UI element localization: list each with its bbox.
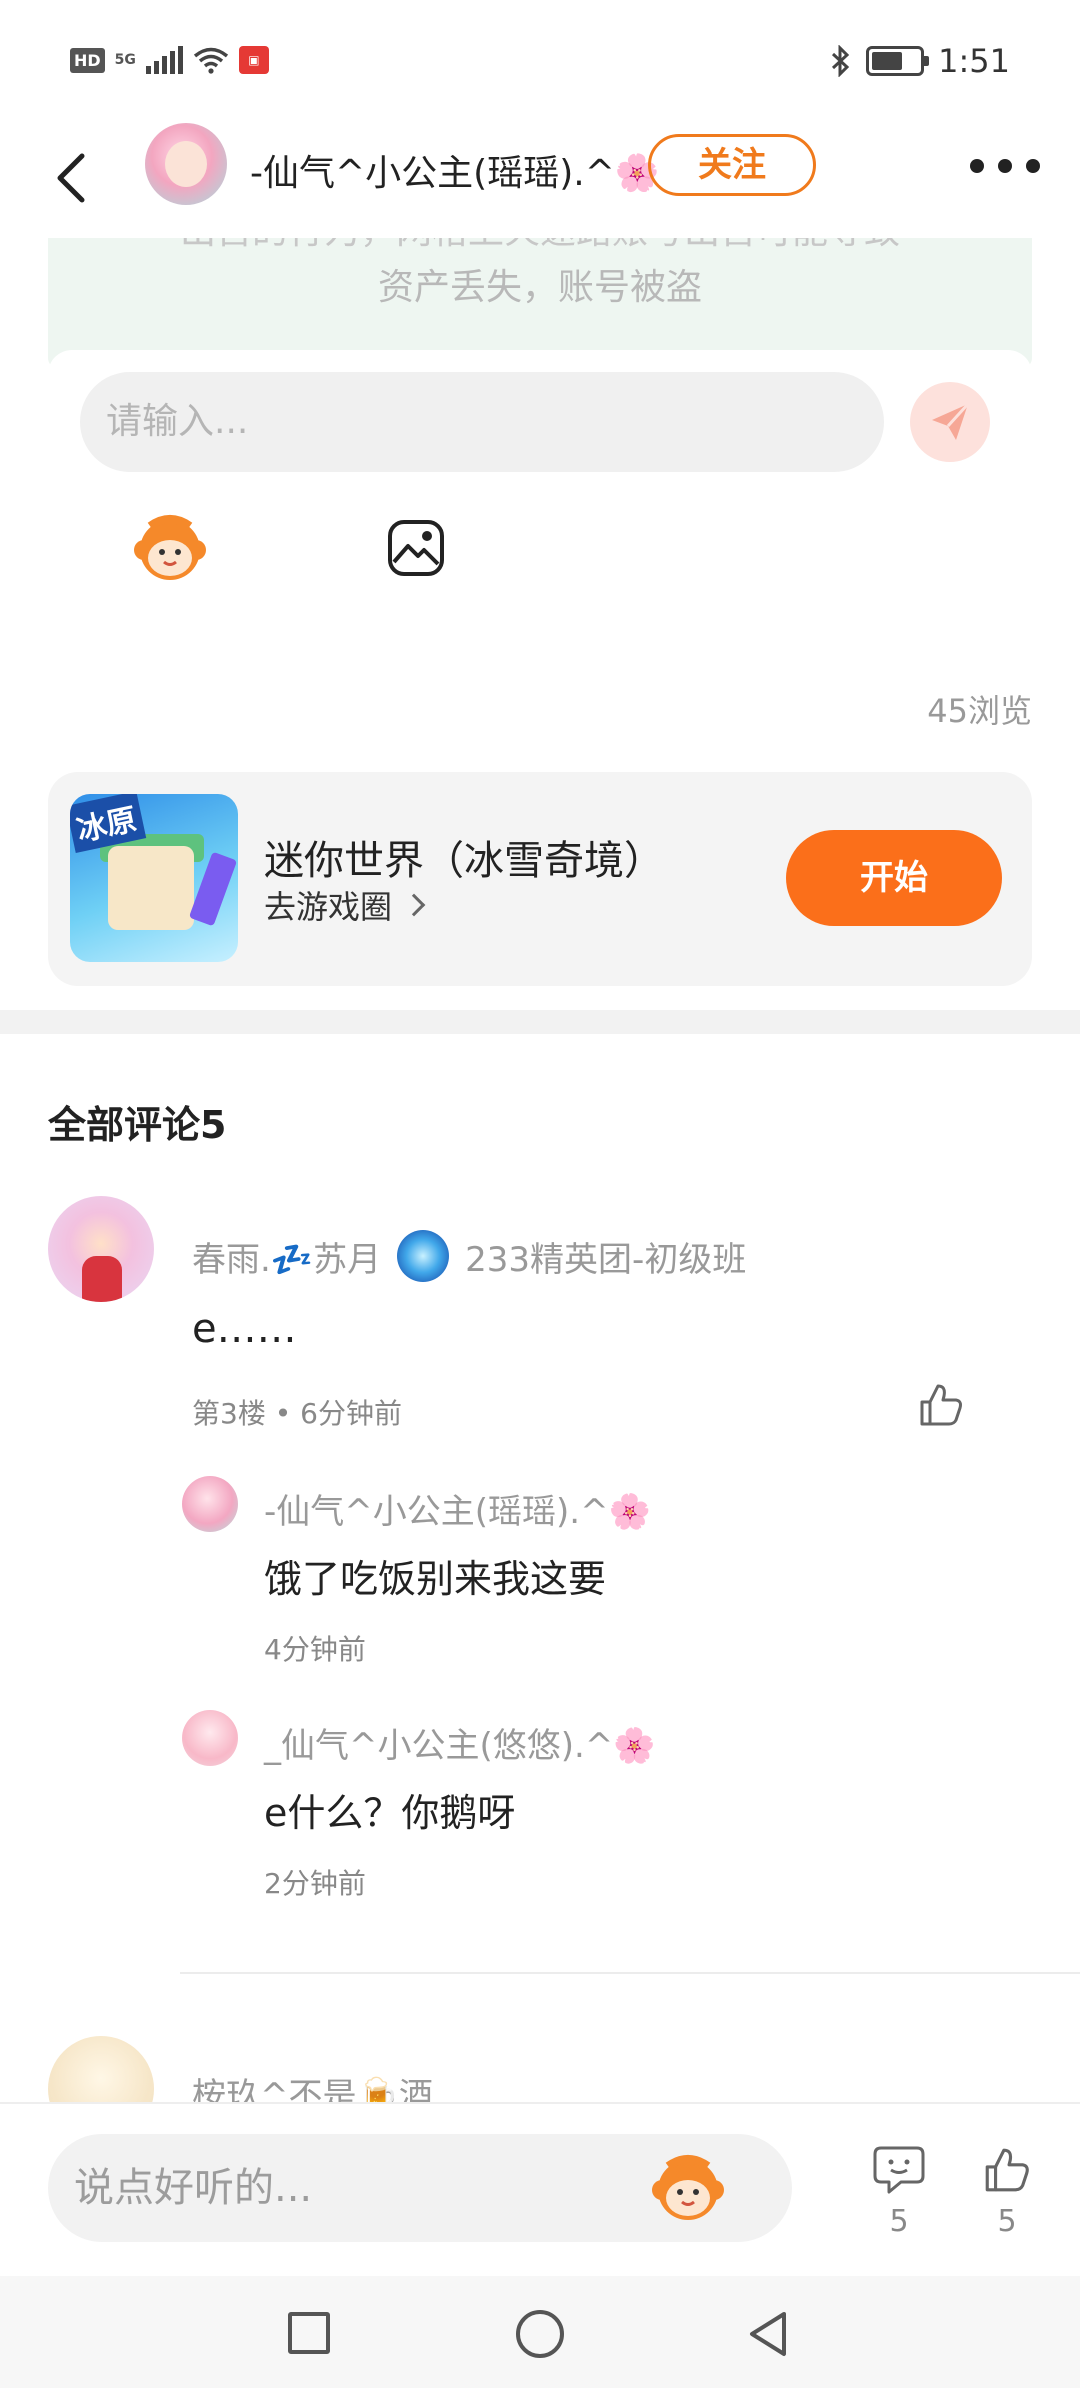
battery-icon	[866, 46, 930, 76]
game-card[interactable]: 冰原 迷你世界（冰雪奇境） 去游戏圈 开始	[48, 772, 1032, 986]
section-divider	[0, 1010, 1080, 1034]
reply-avatar[interactable]	[182, 1476, 238, 1532]
game-icon[interactable]: 冰原	[70, 794, 238, 962]
emoji-button[interactable]	[132, 510, 208, 586]
home-button[interactable]	[516, 2310, 564, 2358]
app-notification-icon: ▣	[238, 46, 269, 74]
clock: 1:51	[938, 42, 1010, 80]
like-count: 5	[997, 2204, 1017, 2239]
follow-button[interactable]: 关注	[648, 134, 816, 196]
like-button[interactable]: 5	[976, 2144, 1038, 2239]
comment-divider	[180, 1972, 1080, 1974]
comment-text: e……	[192, 1306, 297, 1352]
reply-time: 2分钟前	[264, 1867, 366, 1900]
reply-input[interactable]: 请输入...	[80, 372, 884, 472]
post-header: -仙气^小公主(瑶瑶).^🌸 关注	[0, 118, 1080, 238]
reply-text: 饿了吃饭别来我这要	[264, 1557, 607, 1601]
wifi-icon	[193, 47, 229, 74]
author-name[interactable]: -仙气^小公主(瑶瑶).^🌸	[250, 144, 660, 196]
start-game-button[interactable]: 开始	[786, 830, 1002, 926]
notice-text: 资产丢失，账号被盗	[377, 267, 702, 308]
author-avatar[interactable]	[145, 123, 227, 205]
status-bar: HD 5G ▣ 1:51	[0, 0, 1080, 130]
game-title: 迷你世界（冰雪奇境）	[264, 838, 664, 884]
commenter-name[interactable]: 春雨.💤苏月	[192, 1232, 381, 1281]
reply-username[interactable]: -仙气^小公主(瑶瑶).^🌸	[264, 1484, 651, 1533]
game-circle-link[interactable]: 去游戏圈	[264, 882, 426, 928]
comment-count: 5	[889, 2204, 909, 2239]
comment-bubble-icon	[873, 2146, 925, 2194]
reply-username[interactable]: _仙气^小公主(悠悠).^🌸	[264, 1718, 656, 1767]
recent-apps-button[interactable]	[288, 2312, 330, 2354]
game-circle-label: 去游戏圈	[264, 888, 393, 926]
signal-icon	[145, 46, 183, 74]
system-back-button[interactable]	[744, 2308, 792, 2360]
emoji-button[interactable]	[650, 2150, 726, 2226]
comment-meta: 第3楼 • 6分钟前	[192, 1397, 402, 1430]
network-type: 5G	[114, 52, 136, 68]
send-button[interactable]	[910, 382, 990, 462]
view-count: 45浏览	[927, 692, 1032, 730]
status-left: HD 5G ▣	[70, 46, 269, 74]
comments-button[interactable]: 5	[868, 2144, 930, 2239]
reply-avatar[interactable]	[182, 1710, 238, 1766]
chevron-right-icon	[402, 893, 426, 917]
reply-text: e什么？你鹅呀	[264, 1791, 516, 1835]
commenter-badge: 233精英团-初级班	[465, 1239, 747, 1280]
bluetooth-icon	[832, 45, 850, 77]
notice-card: 出售的行为，网格上火速路账号出售可能导致 资产丢失，账号被盗	[48, 212, 1032, 368]
commenter-info: 春雨.💤苏月 233精英团-初级班	[192, 1230, 746, 1282]
status-right: 1:51	[830, 42, 1010, 80]
image-upload-button[interactable]	[386, 518, 446, 578]
paper-plane-icon	[932, 402, 970, 440]
system-nav-bar	[0, 2276, 1080, 2388]
thumbs-up-icon	[985, 2148, 1029, 2192]
comments-header: 全部评论5	[48, 1103, 227, 1147]
badge-icon	[397, 1230, 450, 1282]
bottom-action-bar: 说点好听的... 5 5	[0, 2102, 1080, 2276]
more-options-button[interactable]	[970, 146, 1040, 186]
reply-composer: 请输入...	[48, 350, 1032, 500]
commenter-avatar[interactable]	[48, 1196, 154, 1302]
composer-tools	[0, 510, 1080, 630]
hd-icon: HD	[70, 47, 105, 73]
reply-time: 4分钟前	[264, 1633, 366, 1666]
comment-like-button[interactable]	[916, 1380, 966, 1430]
back-button[interactable]	[48, 146, 98, 210]
